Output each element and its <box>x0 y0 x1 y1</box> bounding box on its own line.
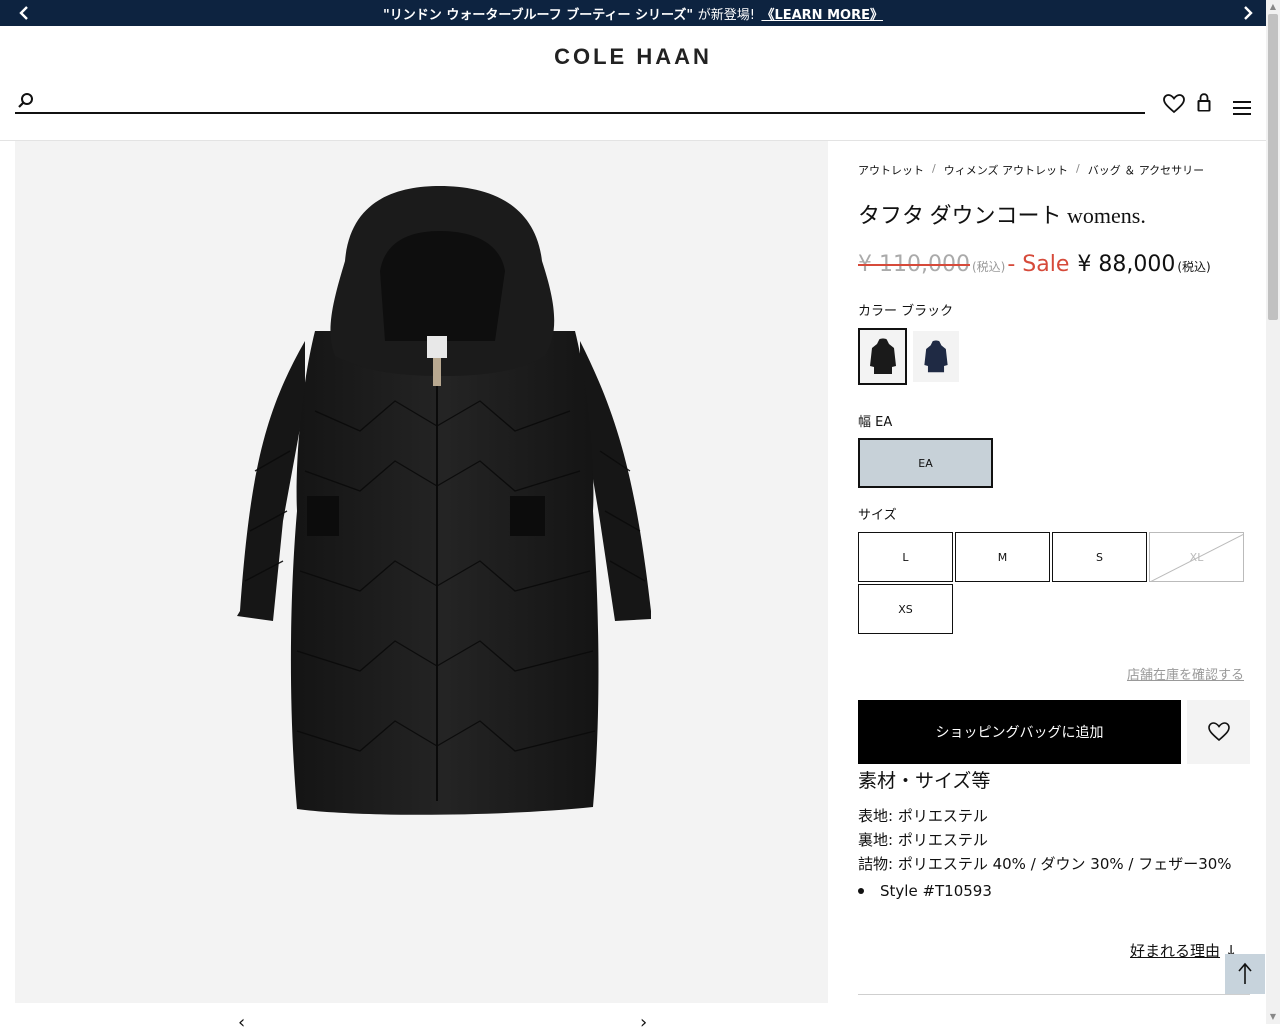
promo-message: "リンドン ウォーターブルーフ ブーティー シリーズ" が新登場! 《LEARN… <box>383 4 883 23</box>
heart-icon <box>1207 722 1230 742</box>
chevron-right-icon[interactable] <box>1240 4 1256 22</box>
spec-filling: 詰物: ポリエステル 40% / ダウン 30% / フェザー30% <box>858 855 1232 873</box>
search-icon[interactable] <box>17 92 35 110</box>
heart-icon[interactable] <box>1163 94 1185 118</box>
gallery-next-icon[interactable]: › <box>640 1012 647 1033</box>
gallery-prev-icon[interactable]: ‹ <box>238 1012 245 1033</box>
promo-banner: "リンドン ウォーターブルーフ ブーティー シリーズ" が新登場! 《LEARN… <box>0 0 1266 26</box>
size-option-xs[interactable]: XS <box>858 584 953 634</box>
scrollbar-thumb[interactable] <box>1268 14 1278 320</box>
scroll-down-icon[interactable]: ▼ <box>1266 1010 1280 1024</box>
coat-illustration <box>237 186 651 815</box>
search-bar <box>15 88 1145 114</box>
promo-suffix: が新登場! <box>697 7 755 23</box>
breadcrumb-separator: / <box>1076 162 1080 175</box>
size-option-s[interactable]: S <box>1052 532 1147 582</box>
spec-lining: 裏地: ポリエステル <box>858 831 988 849</box>
color-swatch-black[interactable] <box>858 328 907 385</box>
brand-logo[interactable]: COLE HAAN <box>0 44 1266 70</box>
why-loved-link[interactable]: 好まれる理由 ↓ <box>1130 940 1237 961</box>
why-loved-text: 好まれる理由 <box>1130 942 1221 960</box>
original-price: ¥ 110,000 <box>858 252 970 277</box>
bag-icon[interactable] <box>1196 93 1212 117</box>
breadcrumb-outlet[interactable]: アウトレット <box>858 162 924 178</box>
width-label: 幅 EA <box>858 415 893 430</box>
store-stock-link[interactable]: 店舗在庫を確認する <box>1000 664 1244 683</box>
bullet <box>858 888 864 894</box>
size-option-xl[interactable]: XL <box>1149 532 1244 582</box>
width-option-ea[interactable]: EA <box>858 438 993 488</box>
color-label: カラー ブラック <box>858 304 954 319</box>
tax-label: (税込) <box>1177 260 1211 274</box>
tax-label: (税込) <box>971 260 1006 274</box>
wishlist-button[interactable] <box>1187 700 1250 764</box>
product-title: タフタ ダウンコート womens. <box>858 203 1146 228</box>
chevron-left-icon[interactable] <box>16 4 32 22</box>
details-title: 素材・サイズ等 <box>858 770 991 792</box>
size-option-m[interactable]: M <box>955 532 1050 582</box>
breadcrumb-bags-accessories[interactable]: バッグ ＆ アクセサリー <box>1088 162 1204 178</box>
breadcrumb-womens-outlet[interactable]: ウィメンズ アウトレット <box>944 162 1068 178</box>
size-option-l[interactable]: L <box>858 532 953 582</box>
breadcrumb-separator: / <box>932 162 936 175</box>
sale-label: - Sale <box>1007 252 1070 277</box>
menu-icon[interactable] <box>1233 100 1251 120</box>
price-block: ¥ 110,000 (税込) - Sale ¥ 88,000 (税込) <box>858 252 1211 277</box>
scroll-up-icon[interactable]: ▲ <box>1266 0 1280 14</box>
color-swatch-navy[interactable] <box>913 331 959 382</box>
back-to-top-button[interactable] <box>1225 954 1265 994</box>
style-number: Style #T10593 <box>880 882 992 900</box>
product-image[interactable] <box>15 141 828 1003</box>
style-number-item: Style #T10593 <box>858 882 992 900</box>
add-to-bag-button[interactable]: ショッピングバッグに追加 <box>858 700 1181 764</box>
breadcrumb: アウトレット / ウィメンズ アウトレット / バッグ ＆ アクセサリー <box>858 162 1204 178</box>
learn-more-link[interactable]: 《LEARN MORE》 <box>761 8 883 23</box>
page-scrollbar[interactable]: ▲ ▼ <box>1266 0 1280 1024</box>
promo-headline: "リンドン ウォーターブルーフ ブーティー シリーズ" <box>383 7 694 23</box>
size-label: サイズ <box>858 508 897 523</box>
arrow-up-icon <box>1238 962 1252 984</box>
sale-price: ¥ 88,000 <box>1077 252 1176 277</box>
search-input[interactable] <box>45 90 1135 110</box>
spec-outer: 表地: ポリエステル <box>858 807 988 825</box>
section-divider <box>858 994 1250 995</box>
